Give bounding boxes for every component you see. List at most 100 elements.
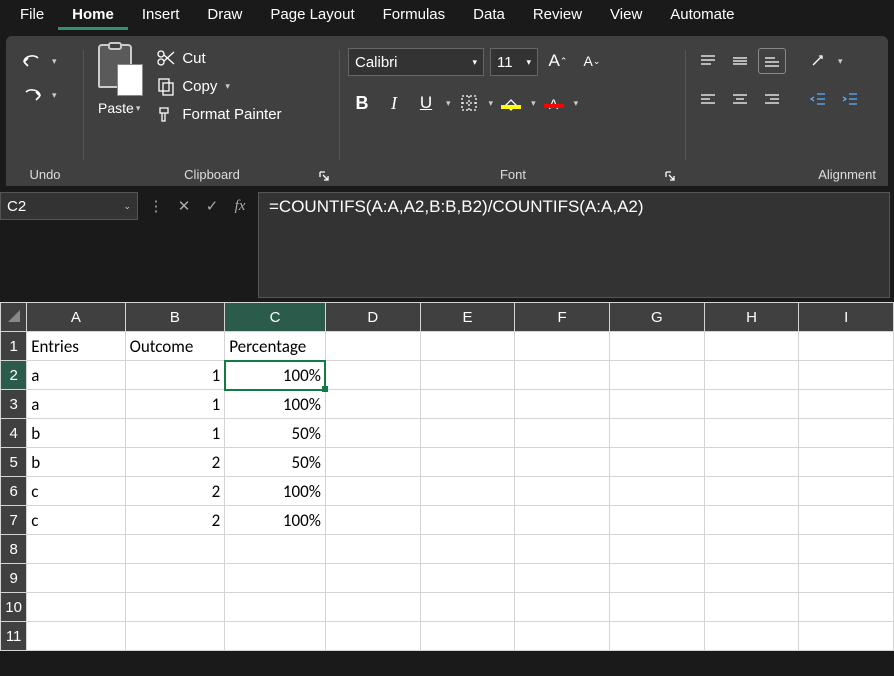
cell[interactable] (799, 535, 894, 564)
cell[interactable] (609, 332, 704, 361)
copy-button[interactable]: Copy ▾ (150, 74, 287, 98)
format-painter-button[interactable]: Format Painter (150, 102, 287, 126)
row-header[interactable]: 9 (1, 564, 27, 593)
cell[interactable] (27, 593, 125, 622)
cell[interactable] (704, 419, 799, 448)
row-header[interactable]: 4 (1, 419, 27, 448)
column-header[interactable]: I (799, 303, 894, 332)
cell[interactable]: Outcome (125, 332, 225, 361)
cell[interactable] (704, 477, 799, 506)
tab-view[interactable]: View (596, 2, 656, 30)
cell[interactable] (515, 564, 610, 593)
chevron-down-icon[interactable]: ▾ (489, 98, 494, 109)
cell[interactable] (325, 448, 420, 477)
chevron-down-icon[interactable]: ▾ (838, 56, 843, 67)
cell[interactable] (420, 535, 515, 564)
cell[interactable] (225, 593, 326, 622)
decrease-font-button[interactable]: A⌄ (578, 48, 606, 74)
dialog-launcher-icon[interactable] (662, 168, 678, 184)
cell[interactable] (125, 535, 225, 564)
row-header[interactable]: 11 (1, 622, 27, 651)
cell[interactable]: a (27, 390, 125, 419)
cell[interactable] (799, 564, 894, 593)
cell[interactable]: c (27, 477, 125, 506)
row-header[interactable]: 8 (1, 535, 27, 564)
tab-page-layout[interactable]: Page Layout (256, 2, 368, 30)
align-center-button[interactable] (726, 86, 754, 112)
cell[interactable]: a (27, 361, 125, 390)
cell[interactable] (325, 390, 420, 419)
cell[interactable] (704, 361, 799, 390)
chevron-down-icon[interactable]: ▾ (531, 98, 536, 109)
italic-button[interactable]: I (380, 90, 408, 116)
chevron-down-icon[interactable]: ▾ (446, 98, 451, 109)
cell[interactable] (704, 622, 799, 651)
borders-button[interactable] (455, 90, 483, 116)
cell[interactable] (420, 506, 515, 535)
cell[interactable] (515, 448, 610, 477)
cell[interactable] (799, 419, 894, 448)
cell[interactable]: 2 (125, 477, 225, 506)
cell[interactable] (799, 593, 894, 622)
cell[interactable] (515, 477, 610, 506)
insert-function-button[interactable]: fx (228, 194, 252, 218)
cell[interactable] (609, 564, 704, 593)
cell[interactable] (325, 593, 420, 622)
row-header[interactable]: 2 (1, 361, 27, 390)
cell[interactable] (125, 622, 225, 651)
cell[interactable] (515, 535, 610, 564)
cell[interactable]: Entries (27, 332, 125, 361)
tab-home[interactable]: Home (58, 2, 128, 30)
cell[interactable] (325, 332, 420, 361)
font-color-button[interactable]: A (540, 90, 568, 116)
row-header[interactable]: 1 (1, 332, 27, 361)
cell[interactable] (420, 361, 515, 390)
row-header[interactable]: 3 (1, 390, 27, 419)
paste-button[interactable]: Paste▾ (92, 42, 146, 118)
cell[interactable]: 2 (125, 448, 225, 477)
column-header[interactable]: C (225, 303, 326, 332)
cell[interactable] (420, 593, 515, 622)
cell[interactable] (704, 332, 799, 361)
cell[interactable] (420, 390, 515, 419)
cell[interactable]: 2 (125, 506, 225, 535)
cell[interactable] (799, 622, 894, 651)
redo-button[interactable]: ▾ (14, 84, 63, 106)
cell[interactable]: 1 (125, 419, 225, 448)
cell[interactable]: b (27, 448, 125, 477)
align-bottom-button[interactable] (758, 48, 786, 74)
cell[interactable]: 1 (125, 390, 225, 419)
orientation-button[interactable] (804, 48, 832, 74)
cell[interactable] (515, 593, 610, 622)
column-header[interactable]: D (325, 303, 420, 332)
tab-review[interactable]: Review (519, 2, 596, 30)
fill-color-button[interactable] (497, 90, 525, 116)
cell[interactable] (704, 506, 799, 535)
cell[interactable] (325, 419, 420, 448)
dialog-launcher-icon[interactable] (316, 168, 332, 184)
cell[interactable] (420, 477, 515, 506)
underline-button[interactable]: U (412, 90, 440, 116)
cell[interactable] (325, 535, 420, 564)
column-header[interactable]: G (609, 303, 704, 332)
align-middle-button[interactable] (726, 48, 754, 74)
cell[interactable] (799, 390, 894, 419)
cell[interactable] (704, 535, 799, 564)
cell[interactable] (799, 477, 894, 506)
column-header[interactable]: A (27, 303, 125, 332)
cell[interactable] (609, 535, 704, 564)
cell[interactable] (609, 593, 704, 622)
cell[interactable] (325, 477, 420, 506)
tab-draw[interactable]: Draw (193, 2, 256, 30)
name-box[interactable]: C2 ⌄ (0, 192, 138, 220)
cell[interactable] (609, 448, 704, 477)
tab-formulas[interactable]: Formulas (369, 2, 460, 30)
cell[interactable]: b (27, 419, 125, 448)
cell[interactable] (704, 448, 799, 477)
cell[interactable] (325, 622, 420, 651)
more-icon[interactable]: ⋮ (144, 194, 168, 218)
row-header[interactable]: 6 (1, 477, 27, 506)
cell[interactable] (515, 332, 610, 361)
cell[interactable] (515, 390, 610, 419)
cell[interactable] (420, 332, 515, 361)
